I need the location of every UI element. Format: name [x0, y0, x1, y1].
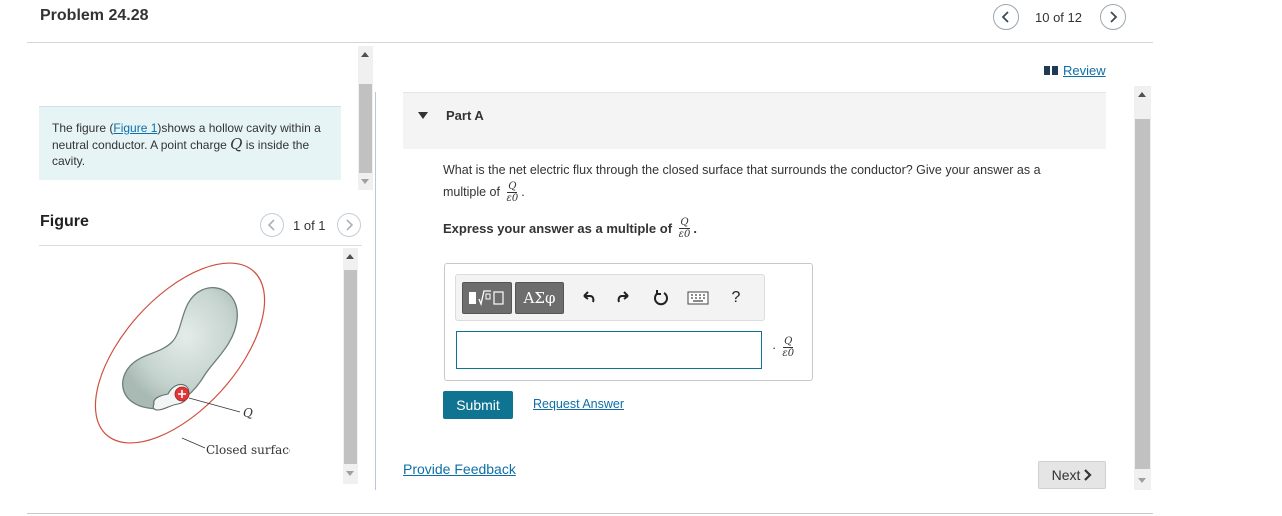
- figure-heading: Figure: [40, 213, 89, 230]
- scroll-down-arrow-icon[interactable]: [1138, 478, 1146, 483]
- charge-label: Q: [243, 406, 253, 420]
- q-over-epsilon-fraction: Q ε0: [678, 217, 692, 240]
- caret-down-icon[interactable]: [418, 112, 428, 119]
- templates-icon: [469, 290, 504, 307]
- chevron-right-icon: [346, 219, 354, 231]
- scroll-up-arrow-icon[interactable]: [346, 254, 354, 259]
- book-icon: [1044, 66, 1058, 75]
- main-scrollbar[interactable]: [1134, 86, 1151, 490]
- figure-pager: 1 of 1: [293, 218, 326, 233]
- header-divider: [27, 42, 1153, 43]
- answer-input[interactable]: [456, 331, 762, 369]
- express-prefix: Express your answer as a multiple of: [443, 221, 673, 236]
- review-link[interactable]: Review: [1044, 63, 1106, 78]
- fraction-numerator: Q: [679, 217, 690, 229]
- next-figure-button[interactable]: [337, 213, 361, 237]
- greek-symbols-button[interactable]: ΑΣφ: [515, 282, 564, 314]
- problem-title: Problem 24.28: [40, 7, 149, 24]
- next-button[interactable]: Next: [1038, 461, 1106, 489]
- surface-label: Closed surface: [206, 443, 290, 457]
- fraction-numerator: Q: [783, 336, 794, 348]
- chevron-right-icon: [1110, 11, 1118, 23]
- reset-icon: [654, 290, 668, 306]
- fraction-denominator: ε0: [678, 229, 691, 240]
- part-a-header[interactable]: [403, 92, 1106, 149]
- help-button[interactable]: ?: [725, 287, 747, 309]
- chevron-left-icon: [267, 219, 275, 231]
- next-label: Next: [1051, 467, 1081, 483]
- fraction-numerator: Q: [507, 181, 518, 194]
- scroll-thumb[interactable]: [344, 270, 357, 464]
- scroll-down-arrow-icon[interactable]: [361, 179, 369, 184]
- express-period: .: [693, 221, 698, 236]
- question-text: What is the net electric flux through th…: [443, 159, 1083, 204]
- previous-problem-button[interactable]: [993, 4, 1019, 30]
- request-answer-link[interactable]: Request Answer: [533, 397, 624, 411]
- charge-symbol: Q: [230, 135, 243, 153]
- problem-pager: 10 of 12: [1035, 10, 1082, 25]
- figure-illustration: Q Closed surface: [94, 262, 290, 457]
- unit-fraction: Q ε0: [781, 336, 795, 359]
- scroll-down-arrow-icon[interactable]: [346, 471, 354, 476]
- previous-figure-button[interactable]: [260, 213, 284, 237]
- footer-divider: [27, 513, 1153, 514]
- unit-multiplier: ·: [772, 340, 777, 355]
- undo-button[interactable]: [577, 287, 599, 309]
- submit-button[interactable]: Submit: [443, 391, 513, 419]
- figure-scrollbar[interactable]: [343, 248, 358, 484]
- panel-divider: [375, 92, 376, 490]
- chevron-left-icon: [1001, 11, 1009, 23]
- question-line-2: multiple of: [443, 185, 500, 199]
- scroll-up-arrow-icon[interactable]: [361, 52, 369, 57]
- templates-button[interactable]: [462, 282, 512, 314]
- q-over-epsilon-fraction: Q ε0: [505, 181, 519, 204]
- next-problem-button[interactable]: [1100, 4, 1126, 30]
- scroll-thumb[interactable]: [1135, 119, 1150, 469]
- intro-text-before-link: The figure (: [52, 121, 114, 135]
- figure-link[interactable]: Figure 1: [113, 121, 157, 135]
- scroll-up-arrow-icon[interactable]: [1138, 92, 1146, 97]
- redo-icon: [617, 291, 629, 303]
- figure-divider: [39, 245, 362, 246]
- undo-icon: [583, 291, 595, 303]
- answer-unit: · Q ε0: [772, 336, 797, 359]
- scroll-thumb[interactable]: [359, 84, 372, 173]
- part-a-title: Part A: [446, 108, 484, 123]
- provide-feedback-link[interactable]: Provide Feedback: [403, 461, 516, 477]
- keyboard-icon: [687, 291, 709, 305]
- fraction-denominator: ε0: [782, 348, 795, 359]
- chevron-right-next-icon: [1084, 469, 1092, 481]
- reset-button[interactable]: [650, 287, 672, 309]
- redo-button[interactable]: [613, 287, 635, 309]
- fraction-denominator: ε0: [506, 193, 519, 205]
- problem-intro: The figure (Figure 1)shows a hollow cavi…: [39, 106, 341, 180]
- review-label: Review: [1063, 63, 1106, 78]
- keyboard-button[interactable]: [687, 287, 709, 309]
- question-period: .: [521, 185, 525, 199]
- express-instruction: Express your answer as a multiple of Q ε…: [443, 217, 697, 240]
- question-line-1: What is the net electric flux through th…: [443, 163, 1041, 177]
- intro-scrollbar[interactable]: [358, 46, 373, 190]
